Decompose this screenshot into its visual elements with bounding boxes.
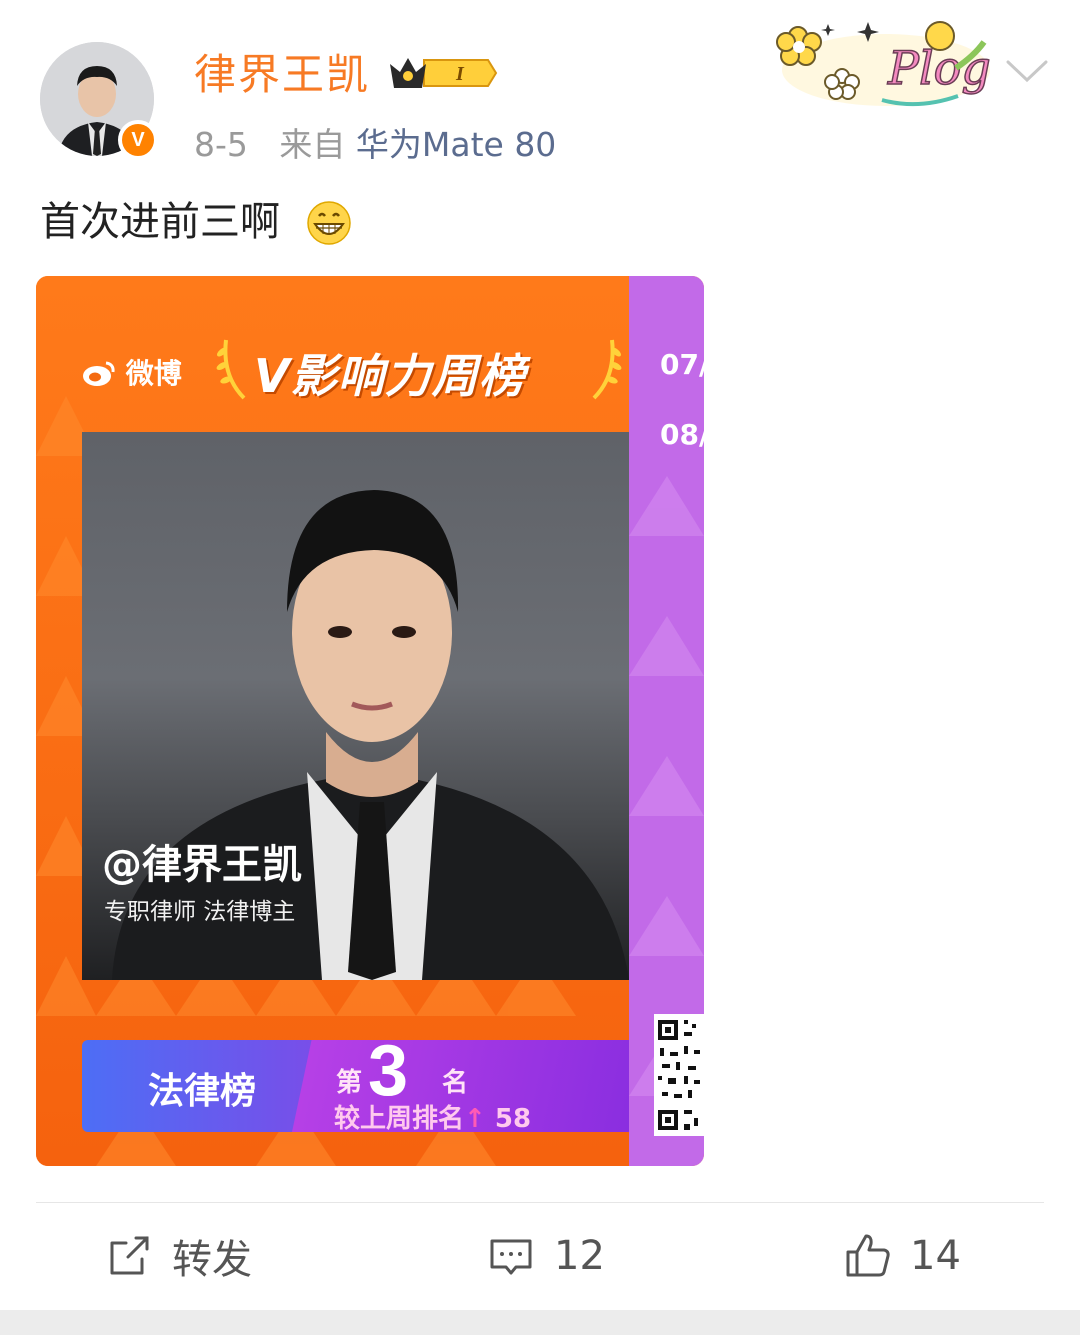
repost-button[interactable]: 转发 xyxy=(106,1226,252,1286)
next-post-separator xyxy=(0,1310,1080,1335)
comment-button[interactable]: 12 xyxy=(488,1226,605,1286)
svg-text:I: I xyxy=(455,63,465,85)
laurel-left-icon xyxy=(216,339,246,400)
crown-icon[interactable]: I xyxy=(384,50,500,100)
rank-suffix: 名 xyxy=(442,1068,469,1098)
post-date: 8-5 xyxy=(194,125,248,164)
post-text: 首次进前三啊 xyxy=(40,199,280,245)
chevron-down-icon[interactable] xyxy=(1004,56,1050,90)
repost-label: 转发 xyxy=(172,1237,252,1283)
post-meta: 8-5 来自 华为Mate 80 xyxy=(194,124,556,166)
date-start: 07/ xyxy=(660,348,704,381)
rank-prefix: 第 xyxy=(336,1068,363,1098)
username[interactable]: 律界王凯 xyxy=(194,48,370,102)
qr-code xyxy=(654,1014,704,1136)
rank-bar: 法律榜 第 3 名 较上周排名↑ 58 xyxy=(82,1040,629,1132)
category-label: 法律榜 xyxy=(148,1071,257,1112)
card-title: V影响力周榜 xyxy=(254,349,526,403)
like-count: 14 xyxy=(910,1233,961,1279)
post-image[interactable]: 微博 V影响力周榜 07/ 08/ @律界王凯 专职律师 法律博主 xyxy=(36,276,704,1166)
up-arrow-icon: ↑ xyxy=(464,1104,486,1132)
weibo-logo: 微博 xyxy=(82,352,182,392)
verified-badge: V xyxy=(118,120,158,160)
source-prefix: 来自 xyxy=(279,125,346,164)
comment-icon xyxy=(490,1239,532,1275)
card-handle: @律界王凯 xyxy=(102,842,302,888)
card-description: 专职律师 法律博主 xyxy=(104,899,296,925)
comment-count: 12 xyxy=(554,1233,605,1279)
brand-label: 微博 xyxy=(125,357,182,390)
profile-photo: @律界王凯 专职律师 法律博主 xyxy=(82,432,629,980)
repost-icon xyxy=(110,1236,149,1275)
plog-sticker: Plog xyxy=(768,12,994,116)
grin-emoji-icon xyxy=(306,200,352,250)
divider xyxy=(36,1202,1044,1203)
laurel-right-icon xyxy=(592,339,622,400)
rank-change: 较上周排名↑ 58 xyxy=(334,1098,531,1132)
like-button[interactable]: 14 xyxy=(844,1226,961,1286)
rank-change-label: 较上周排名 xyxy=(334,1104,465,1132)
like-icon xyxy=(846,1234,890,1277)
source-device[interactable]: 华为Mate 80 xyxy=(356,125,556,164)
rank-change-value: 58 xyxy=(494,1104,532,1132)
date-end: 08/ xyxy=(660,418,704,451)
